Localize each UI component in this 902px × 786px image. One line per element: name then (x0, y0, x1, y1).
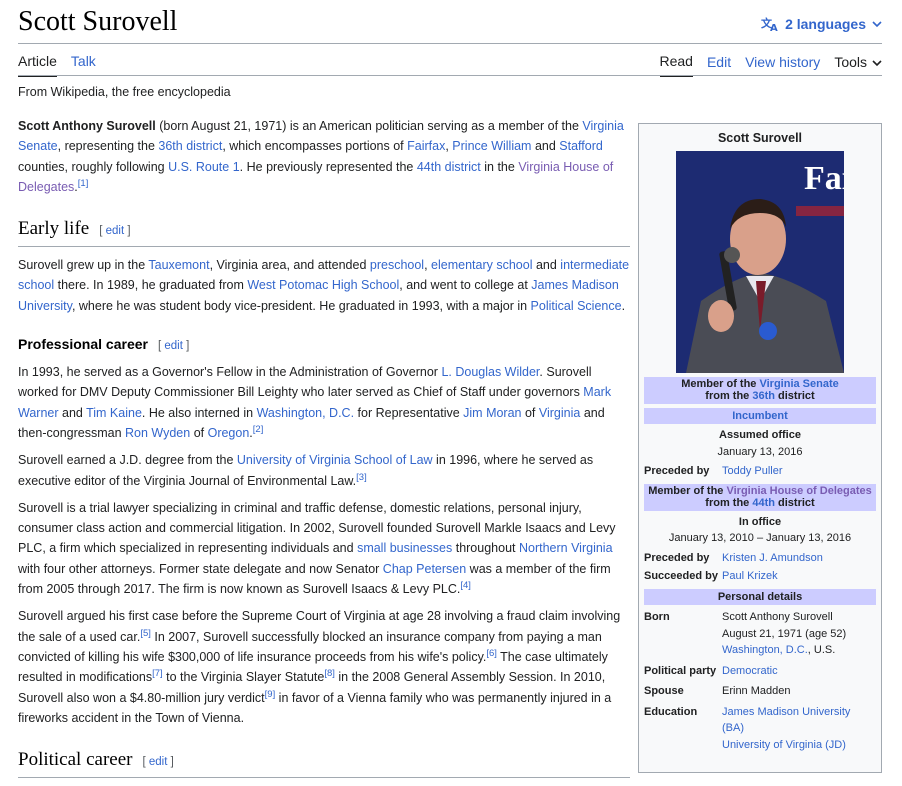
in-office-label: In office (738, 515, 782, 528)
senate-office-header: Member of the Virginia Senate from the 3… (644, 376, 876, 404)
view-tabs: Read Edit View history Tools (646, 53, 883, 77)
citation-link[interactable]: [3] (356, 471, 367, 482)
title-divider (18, 43, 882, 44)
tab-edit[interactable]: Edit (707, 54, 731, 76)
link-james-madison-university[interactable]: James Madison University (722, 706, 850, 718)
personal-details-header: Personal details (644, 588, 876, 605)
chevron-down-icon (872, 20, 882, 28)
link-chap-petersen[interactable]: Chap Petersen (383, 562, 466, 576)
edit-section-link[interactable]: edit (149, 756, 168, 768)
citation-link[interactable]: [7] (152, 668, 163, 679)
lead-paragraph: Scott Anthony Surovell (born August 21, … (18, 119, 624, 194)
site-tagline: From Wikipedia, the free encyclopedia (18, 85, 231, 99)
link-l-douglas-wilder[interactable]: L. Douglas Wilder (441, 365, 539, 379)
link-west-potomac-high-school[interactable]: West Potomac High School (247, 278, 399, 292)
incumbent-link[interactable]: Incumbent (732, 410, 788, 422)
link-virginia[interactable]: Virginia (539, 406, 580, 420)
tab-view-history[interactable]: View history (745, 54, 820, 76)
link-tauxemont[interactable]: Tauxemont (148, 258, 209, 272)
link-washington-dc[interactable]: Washington, D.C. (722, 644, 808, 656)
house-office-header: Member of the Virginia House of Delegate… (644, 483, 876, 511)
link-small-businesses[interactable]: small businesses (357, 541, 452, 555)
citation-link[interactable]: [5] (140, 627, 151, 638)
link-ba-degree[interactable]: (BA) (722, 722, 744, 734)
link-toddy-puller[interactable]: Toddy Puller (722, 463, 876, 480)
citation-link[interactable]: [4] (460, 580, 471, 591)
svg-text:A: A (770, 23, 778, 32)
assumed-office-date: January 13, 2016 (717, 445, 803, 458)
section-heading-political-career: Political career[ edit ] (18, 748, 630, 779)
chevron-down-icon (872, 54, 882, 70)
link-uva-school-of-law[interactable]: University of Virginia School of Law (237, 453, 433, 467)
namespace-tabs: Article Talk (18, 53, 110, 77)
tab-talk[interactable]: Talk (71, 53, 96, 77)
infobox-title: Scott Surovell (717, 131, 803, 145)
edit-section-link[interactable]: edit (164, 340, 183, 352)
translate-icon: 文 A (761, 16, 779, 32)
link-44th-district[interactable]: 44th (752, 497, 775, 509)
page-title: Scott Surovell (18, 6, 178, 37)
party-row: Political party Democratic (644, 663, 876, 680)
career-paragraph-2: Surovell earned a J.D. degree from the U… (18, 453, 594, 488)
link-ron-wyden[interactable]: Ron Wyden (125, 426, 190, 440)
link-virginia-senate[interactable]: Virginia Senate (759, 378, 838, 390)
link-university-of-virginia[interactable]: University of Virginia (JD) (722, 739, 846, 751)
portrait-photo[interactable]: Fai De (676, 150, 844, 373)
citation-link[interactable]: [6] (486, 648, 497, 659)
link-36th-district[interactable]: 36th district (158, 139, 222, 153)
subject-name: Scott Anthony Surovell (18, 119, 156, 133)
assumed-office-label: Assumed office (719, 429, 801, 441)
born-row: Born Scott Anthony Surovell August 21, 1… (644, 611, 847, 656)
citation-link[interactable]: [8] (324, 668, 335, 679)
link-tim-kaine[interactable]: Tim Kaine (86, 406, 142, 420)
citation-link[interactable]: [9] (265, 688, 276, 699)
link-44th-district[interactable]: 44th district (417, 160, 481, 174)
link-stafford[interactable]: Stafford (559, 139, 603, 153)
career-paragraph-4: Surovell argued his first case before th… (18, 609, 621, 725)
link-jim-moran[interactable]: Jim Moran (463, 406, 521, 420)
link-fairfax[interactable]: Fairfax (407, 139, 445, 153)
tab-read[interactable]: Read (659, 53, 693, 77)
section-heading-early-life: Early life[ edit ] (18, 217, 630, 248)
incumbent-badge[interactable]: Incumbent (644, 407, 876, 424)
spouse-row: Spouse Erinn Madden (644, 685, 791, 697)
career-paragraph-3: Surovell is a trial lawyer specializing … (18, 500, 616, 597)
languages-button[interactable]: 文 A 2 languages (761, 16, 882, 32)
house-succeeded-row: Succeeded by Paul Krizek (644, 568, 876, 585)
house-preceded-row: Preceded by Kristen J. Amundson (644, 550, 876, 567)
link-paul-krizek[interactable]: Paul Krizek (722, 568, 876, 585)
link-political-science[interactable]: Political Science (531, 299, 622, 313)
link-northern-virginia[interactable]: Northern Virginia (519, 541, 613, 555)
link-washington-dc[interactable]: Washington, D.C. (257, 406, 355, 420)
career-paragraph-1: In 1993, he served as a Governor's Fello… (18, 365, 612, 440)
link-virginia-house-of-delegates[interactable]: Virginia House of Delegates (726, 485, 871, 497)
in-office-dates: January 13, 2010 – January 13, 2016 (668, 532, 852, 544)
link-36th-district[interactable]: 36th (752, 390, 775, 402)
link-kristen-amundson[interactable]: Kristen J. Amundson (722, 550, 876, 567)
section-heading-professional-career: Professional career[ edit ] (18, 336, 190, 353)
link-elementary-school[interactable]: elementary school (431, 258, 532, 272)
citation-link[interactable]: [2] (253, 424, 264, 435)
link-democratic-party[interactable]: Democratic (722, 663, 876, 680)
infobox: Scott Surovell Fai De Member of the Virg… (638, 123, 882, 773)
link-preschool[interactable]: preschool (370, 258, 424, 272)
education-row: Education James Madison University (BA) … (644, 705, 851, 751)
tools-menu[interactable]: Tools (834, 54, 882, 76)
link-us-route-1[interactable]: U.S. Route 1 (168, 160, 240, 174)
article-body: Scott Anthony Surovell (born August 21, … (18, 116, 630, 786)
languages-label: 2 languages (785, 16, 866, 32)
senate-preceded-row: Preceded by Toddy Puller (644, 463, 876, 480)
edit-section-link[interactable]: edit (106, 225, 125, 237)
backdrop-sign-text: Fai De (804, 160, 844, 197)
citation-link[interactable]: [1] (78, 178, 89, 189)
early-life-paragraph: Surovell grew up in the Tauxemont, Virgi… (18, 258, 630, 313)
tabs-divider (18, 75, 882, 76)
tools-label: Tools (834, 54, 867, 70)
link-prince-william[interactable]: Prince William (452, 139, 531, 153)
tab-article[interactable]: Article (18, 53, 57, 77)
link-oregon[interactable]: Oregon (208, 426, 250, 440)
